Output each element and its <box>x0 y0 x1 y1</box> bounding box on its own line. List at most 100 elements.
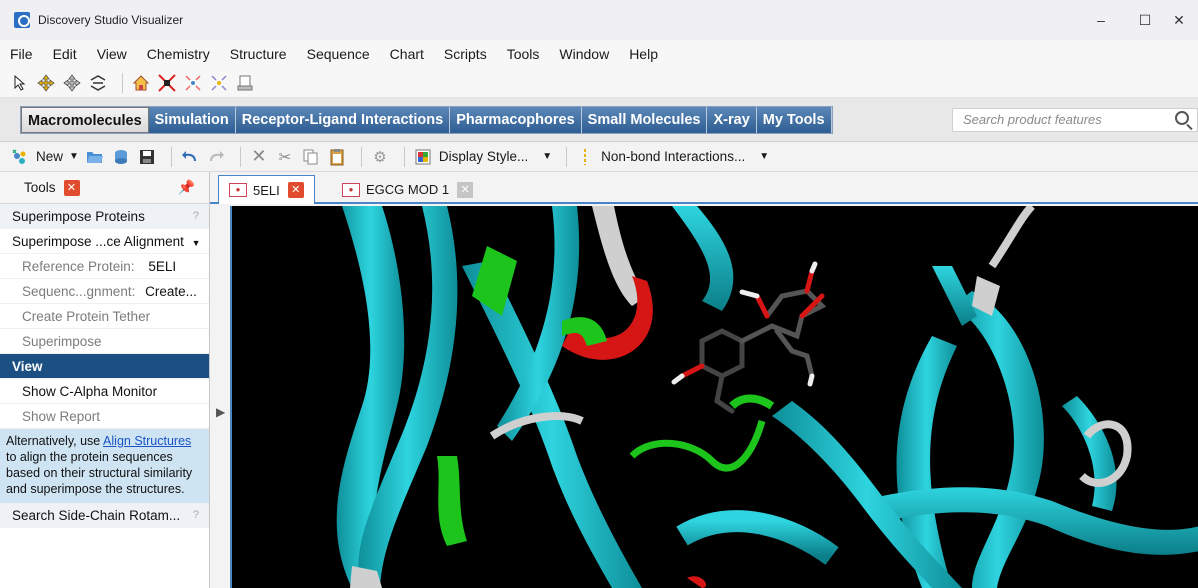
tools-panel-title: Tools <box>24 180 56 195</box>
minimize-button[interactable]: – <box>1078 8 1124 32</box>
sequence-label: Sequenc...gnment: <box>22 284 136 299</box>
tools-panel: Tools ✕ 📌 Superimpose Proteins ? Superim… <box>0 172 210 588</box>
new-dropdown-icon[interactable]: ▼ <box>69 151 79 162</box>
reset-view-icon[interactable] <box>209 73 229 93</box>
menu-edit[interactable]: Edit <box>53 46 77 62</box>
translate-icon[interactable] <box>62 73 82 93</box>
align-structures-link[interactable]: Align Structures <box>103 434 191 448</box>
open-server-icon[interactable] <box>111 147 131 167</box>
new-button[interactable]: New <box>36 149 63 164</box>
collapse-arrow-icon[interactable]: ▶ <box>216 405 225 419</box>
tip-box: Alternatively, use Align Structures to a… <box>0 429 209 503</box>
toolbar-separator <box>122 72 123 93</box>
toolbar-separator <box>403 146 405 167</box>
menu-help[interactable]: Help <box>629 46 658 62</box>
open-folder-icon[interactable] <box>85 147 105 167</box>
undo-icon[interactable] <box>180 147 200 167</box>
tab-pharmacophores[interactable]: Pharmacophores <box>450 107 582 133</box>
toolbar-separator <box>566 146 568 167</box>
close-icon[interactable]: ✕ <box>287 182 304 198</box>
tab-receptor-ligand[interactable]: Receptor-Ligand Interactions <box>235 107 451 133</box>
copy-icon[interactable] <box>301 147 321 167</box>
tab-5eli[interactable]: ● 5ELI ✕ <box>218 175 315 204</box>
gear-icon[interactable]: ⚙ <box>370 147 390 167</box>
method-select-value: Superimpose ...ce Alignment <box>12 234 184 249</box>
beta-strand <box>672 206 734 311</box>
nonbond-button[interactable]: Non-bond Interactions... <box>601 149 745 164</box>
show-report-item[interactable]: Show Report <box>0 404 209 429</box>
help-icon[interactable]: ? <box>193 204 199 229</box>
home-icon[interactable] <box>131 73 151 93</box>
section-search-side-chain[interactable]: Search Side-Chain Rotam... ? <box>0 503 209 528</box>
tab-my-tools[interactable]: My Tools <box>756 107 832 133</box>
method-select[interactable]: Superimpose ...ce Alignment ▼ <box>0 229 209 254</box>
molecule-3d-viewer[interactable] <box>230 206 1198 588</box>
save-icon[interactable] <box>137 147 157 167</box>
close-icon[interactable]: ✕ <box>457 181 474 198</box>
create-protein-tether-item[interactable]: Create Protein Tether <box>0 304 209 329</box>
molecule-window-icon: ● <box>229 183 247 197</box>
center-icon[interactable] <box>183 73 203 93</box>
display-style-dropdown-icon[interactable]: ▼ <box>542 151 552 162</box>
tab-xray[interactable]: X-ray <box>707 107 757 133</box>
mode-toolbar <box>0 68 1198 98</box>
coil-segment <box>729 394 775 410</box>
menu-chart[interactable]: Chart <box>390 46 424 62</box>
nonbond-dropdown-icon[interactable]: ▼ <box>759 151 769 162</box>
cut-icon[interactable]: ✂ <box>275 147 295 167</box>
sequence-value[interactable]: Create... <box>145 284 197 299</box>
tab-simulation[interactable]: Simulation <box>148 107 236 133</box>
app-icon <box>14 12 30 28</box>
show-calpha-monitor-item[interactable]: Show C-Alpha Monitor <box>0 379 209 404</box>
tools-panel-header: Tools ✕ 📌 <box>0 172 209 204</box>
chevron-down-icon: ▼ <box>191 238 201 248</box>
ribbon-tabs: Macromolecules Simulation Receptor-Ligan… <box>20 106 833 134</box>
beta-strand <box>952 291 1044 588</box>
menu-tools[interactable]: Tools <box>507 46 540 62</box>
menu-sequence[interactable]: Sequence <box>307 46 370 62</box>
reference-value[interactable]: 5ELI <box>148 259 176 274</box>
new-icon[interactable] <box>10 147 30 167</box>
search-icon[interactable] <box>1175 111 1189 125</box>
menu-file[interactable]: File <box>10 46 33 62</box>
menu-structure[interactable]: Structure <box>230 46 287 62</box>
coil-segment <box>437 456 467 546</box>
close-icon[interactable]: ✕ <box>63 179 80 196</box>
sequence-alignment-row[interactable]: Sequenc...gnment: Create... <box>0 279 209 304</box>
toolbar-separator <box>360 146 362 167</box>
pin-icon[interactable]: 📌 <box>178 179 195 196</box>
section-superimpose-proteins[interactable]: Superimpose Proteins ? <box>0 204 209 229</box>
close-button[interactable]: ✕ <box>1156 8 1198 32</box>
ribbon: Macromolecules Simulation Receptor-Ligan… <box>0 98 1198 142</box>
redo-icon[interactable] <box>206 147 226 167</box>
fit-to-screen-icon[interactable] <box>157 73 177 93</box>
paste-icon[interactable] <box>327 147 347 167</box>
menu-chemistry[interactable]: Chemistry <box>147 46 210 62</box>
window-title: Discovery Studio Visualizer <box>38 13 184 27</box>
view-item[interactable]: View <box>0 354 209 379</box>
display-style-button[interactable]: Display Style... <box>439 149 528 164</box>
document-tabs: ● 5ELI ✕ ● EGCG MOD 1 ✕ <box>210 172 1198 204</box>
print-icon[interactable] <box>235 73 255 93</box>
menu-window[interactable]: Window <box>559 46 609 62</box>
superimpose-item[interactable]: Superimpose <box>0 329 209 354</box>
select-pointer-icon[interactable] <box>10 73 30 93</box>
tab-small-molecules[interactable]: Small Molecules <box>581 107 708 133</box>
tab-egcg-mod-1[interactable]: ● EGCG MOD 1 ✕ <box>332 175 483 204</box>
search-placeholder: Search product features <box>963 112 1102 127</box>
toolbar-separator <box>239 146 241 167</box>
search-input[interactable]: Search product features <box>952 108 1198 132</box>
loop-segment <box>988 206 1035 269</box>
nonbond-icon[interactable] <box>575 147 595 167</box>
reference-protein-row[interactable]: Reference Protein: 5ELI <box>0 254 209 279</box>
ligand-egcg <box>671 261 827 414</box>
delete-icon[interactable]: ✕ <box>249 146 269 167</box>
menu-view[interactable]: View <box>97 46 127 62</box>
zoom-icon[interactable] <box>88 73 108 93</box>
help-icon[interactable]: ? <box>193 503 199 528</box>
tip-suffix: to align the protein sequences based on … <box>6 450 193 496</box>
display-style-icon[interactable] <box>413 147 433 167</box>
rotate-icon[interactable] <box>36 73 56 93</box>
tab-macromolecules[interactable]: Macromolecules <box>21 107 149 133</box>
menu-scripts[interactable]: Scripts <box>444 46 487 62</box>
